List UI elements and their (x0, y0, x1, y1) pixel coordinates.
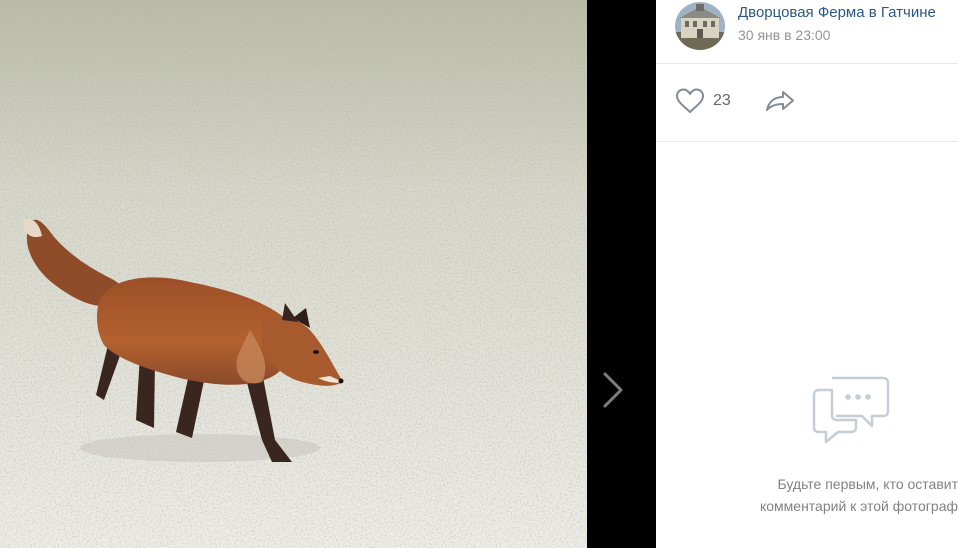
like-button[interactable]: 23 (675, 88, 731, 114)
post-sidebar: Дворцовая Ферма в Гатчине 30 янв в 23:00… (656, 0, 958, 548)
post-actions-bar: 23 (656, 64, 958, 142)
author-name-link[interactable]: Дворцовая Ферма в Гатчине (738, 4, 936, 21)
photo-viewer-image[interactable] (0, 0, 587, 548)
chevron-right-icon (603, 372, 623, 408)
viewer-gutter (587, 0, 656, 548)
empty-comments-line: Будьте первым, кто оставит (777, 476, 958, 492)
comment-bubble-icon (812, 376, 890, 444)
share-button[interactable] (764, 88, 798, 114)
post-header: Дворцовая Ферма в Гатчине 30 янв в 23:00 (656, 0, 958, 64)
empty-comments-line: комментарий к этой фотограф (759, 498, 958, 514)
heart-icon (676, 88, 704, 113)
fox-photo (0, 0, 587, 548)
empty-comments-text: Будьте первым, кто оставит комментарий к… (656, 473, 958, 517)
post-date[interactable]: 30 янв в 23:00 (738, 27, 830, 43)
building-photo-avatar (675, 2, 725, 50)
next-photo-button[interactable] (593, 366, 633, 414)
like-count: 23 (713, 92, 731, 109)
author-avatar[interactable] (675, 2, 725, 50)
share-arrow-icon (766, 91, 794, 111)
